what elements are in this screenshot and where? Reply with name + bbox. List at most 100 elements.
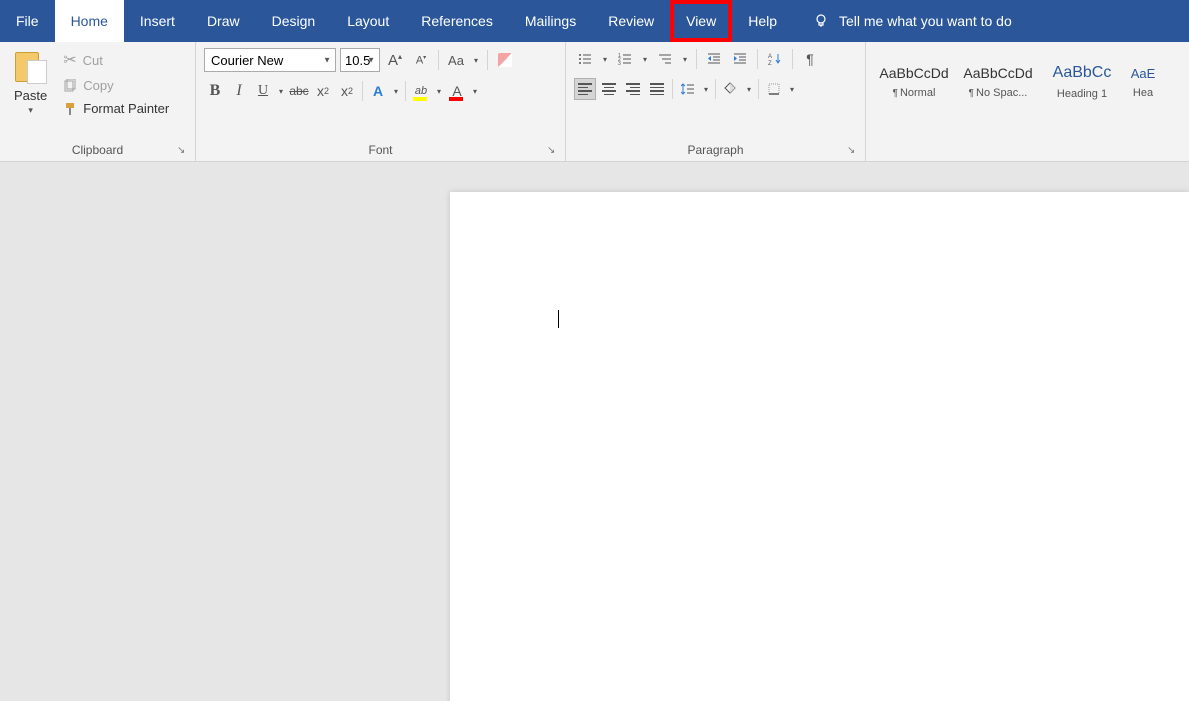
format-painter-label: Format Painter <box>83 101 169 116</box>
font-name-value: Courier New <box>211 53 283 68</box>
svg-text:A: A <box>768 54 772 60</box>
style-preview: AaBbCcDd <box>879 65 948 81</box>
paste-icon <box>15 50 47 86</box>
scissors-icon: ✂ <box>63 50 76 70</box>
bold-button[interactable]: B <box>204 80 226 102</box>
tell-me-label: Tell me what you want to do <box>839 13 1012 29</box>
sort-button[interactable]: AZ <box>764 48 786 70</box>
underline-button[interactable]: U <box>252 80 274 102</box>
style-heading2[interactable]: AaE Hea <box>1126 52 1160 112</box>
align-center-button[interactable] <box>598 78 620 100</box>
clear-formatting-button[interactable] <box>494 49 516 71</box>
separator <box>792 49 793 69</box>
chevron-down-icon[interactable]: ▾ <box>28 105 33 115</box>
tab-references[interactable]: References <box>405 0 509 42</box>
line-spacing-button[interactable] <box>677 78 699 100</box>
separator <box>672 79 673 99</box>
copy-label: Copy <box>83 78 113 93</box>
tab-layout[interactable]: Layout <box>331 0 405 42</box>
style-no-spacing[interactable]: AaBbCcDd ¶No Spac... <box>958 52 1038 112</box>
separator <box>438 50 439 70</box>
increase-indent-button[interactable] <box>729 48 751 70</box>
chevron-down-icon[interactable]: ▾ <box>701 85 711 94</box>
tab-view[interactable]: View <box>670 0 732 42</box>
group-font: Courier New ▼ 10.5 ▼ A▴ A▾ Aa ▾ B <box>196 42 566 161</box>
tab-design[interactable]: Design <box>256 0 332 42</box>
style-preview: AaBbCc <box>1053 64 1112 82</box>
paragraph-launcher-icon[interactable]: ↘ <box>847 145 861 159</box>
bullets-button[interactable] <box>574 48 596 70</box>
copy-button[interactable]: Copy <box>59 76 173 95</box>
tab-mailings[interactable]: Mailings <box>509 0 592 42</box>
show-hide-marks-button[interactable]: ¶ <box>799 48 821 70</box>
font-launcher-icon[interactable]: ↘ <box>547 145 561 159</box>
group-paragraph: ▾ 123 ▾ ▾ AZ <box>566 42 866 161</box>
separator <box>487 50 488 70</box>
separator <box>696 49 697 69</box>
separator <box>757 49 758 69</box>
italic-button[interactable]: I <box>228 80 250 102</box>
tab-help[interactable]: Help <box>732 0 793 42</box>
chevron-down-icon[interactable]: ▾ <box>744 85 754 94</box>
align-left-button[interactable] <box>574 78 596 100</box>
document-page[interactable] <box>450 192 1189 701</box>
cut-button[interactable]: ✂ Cut <box>59 48 173 72</box>
paste-label: Paste <box>14 88 47 103</box>
tab-home[interactable]: Home <box>55 0 124 42</box>
borders-button[interactable] <box>763 78 785 100</box>
multilevel-list-button[interactable] <box>654 48 676 70</box>
group-clipboard: Paste ▾ ✂ Cut Copy Form <box>0 42 196 161</box>
group-styles: AaBbCcDd ¶Normal AaBbCcDd ¶No Spac... Aa… <box>866 42 1189 161</box>
chevron-down-icon[interactable]: ▾ <box>470 87 480 96</box>
tab-file[interactable]: File <box>0 0 55 42</box>
lightbulb-icon <box>813 13 829 29</box>
copy-icon <box>63 79 77 93</box>
align-justify-button[interactable] <box>646 78 668 100</box>
chevron-down-icon[interactable]: ▾ <box>434 87 444 96</box>
shrink-font-button[interactable]: A▾ <box>410 49 432 71</box>
highlight-color-button[interactable]: ab <box>410 80 432 102</box>
decrease-indent-button[interactable] <box>703 48 725 70</box>
cut-label: Cut <box>83 53 103 68</box>
align-right-button[interactable] <box>622 78 644 100</box>
text-cursor <box>558 310 559 328</box>
chevron-down-icon[interactable]: ▾ <box>276 87 286 96</box>
clipboard-launcher-icon[interactable]: ↘ <box>177 145 191 159</box>
style-preview: AaBbCcDd <box>963 65 1032 81</box>
style-label: Heading 1 <box>1057 88 1107 100</box>
separator <box>405 81 406 101</box>
change-case-button[interactable]: Aa <box>445 49 467 71</box>
font-name-select[interactable]: Courier New ▼ <box>204 48 336 72</box>
separator <box>362 81 363 101</box>
grow-font-button[interactable]: A▴ <box>384 49 406 71</box>
font-color-button[interactable]: A <box>446 80 468 102</box>
tab-review[interactable]: Review <box>592 0 670 42</box>
tell-me-search[interactable]: Tell me what you want to do <box>813 13 1012 29</box>
shading-button[interactable] <box>720 78 742 100</box>
style-label: ¶Normal <box>893 87 936 99</box>
chevron-down-icon[interactable]: ▾ <box>391 87 401 96</box>
paste-button[interactable]: Paste ▾ <box>8 46 53 119</box>
style-normal[interactable]: AaBbCcDd ¶Normal <box>874 52 954 112</box>
tab-draw[interactable]: Draw <box>191 0 256 42</box>
style-label: ¶No Spac... <box>969 87 1028 99</box>
ribbon-tab-bar: File Home Insert Draw Design Layout Refe… <box>0 0 1189 42</box>
chevron-down-icon[interactable]: ▾ <box>640 55 650 64</box>
style-heading1[interactable]: AaBbCc Heading 1 <box>1042 52 1122 112</box>
chevron-down-icon[interactable]: ▾ <box>787 85 797 94</box>
chevron-down-icon[interactable]: ▾ <box>600 55 610 64</box>
tab-insert[interactable]: Insert <box>124 0 191 42</box>
font-size-select[interactable]: 10.5 ▼ <box>340 48 380 72</box>
format-painter-button[interactable]: Format Painter <box>59 99 173 118</box>
superscript-button[interactable]: x2 <box>336 80 358 102</box>
separator <box>758 79 759 99</box>
chevron-down-icon[interactable]: ▾ <box>680 55 690 64</box>
strikethrough-button[interactable]: abc <box>288 80 310 102</box>
numbering-button[interactable]: 123 <box>614 48 636 70</box>
subscript-button[interactable]: x2 <box>312 80 334 102</box>
style-preview: AaE <box>1131 66 1156 81</box>
chevron-down-icon: ▼ <box>367 56 375 65</box>
text-effects-button[interactable]: A <box>367 80 389 102</box>
chevron-down-icon[interactable]: ▾ <box>471 56 481 65</box>
clipboard-group-label: Clipboard <box>8 143 187 159</box>
